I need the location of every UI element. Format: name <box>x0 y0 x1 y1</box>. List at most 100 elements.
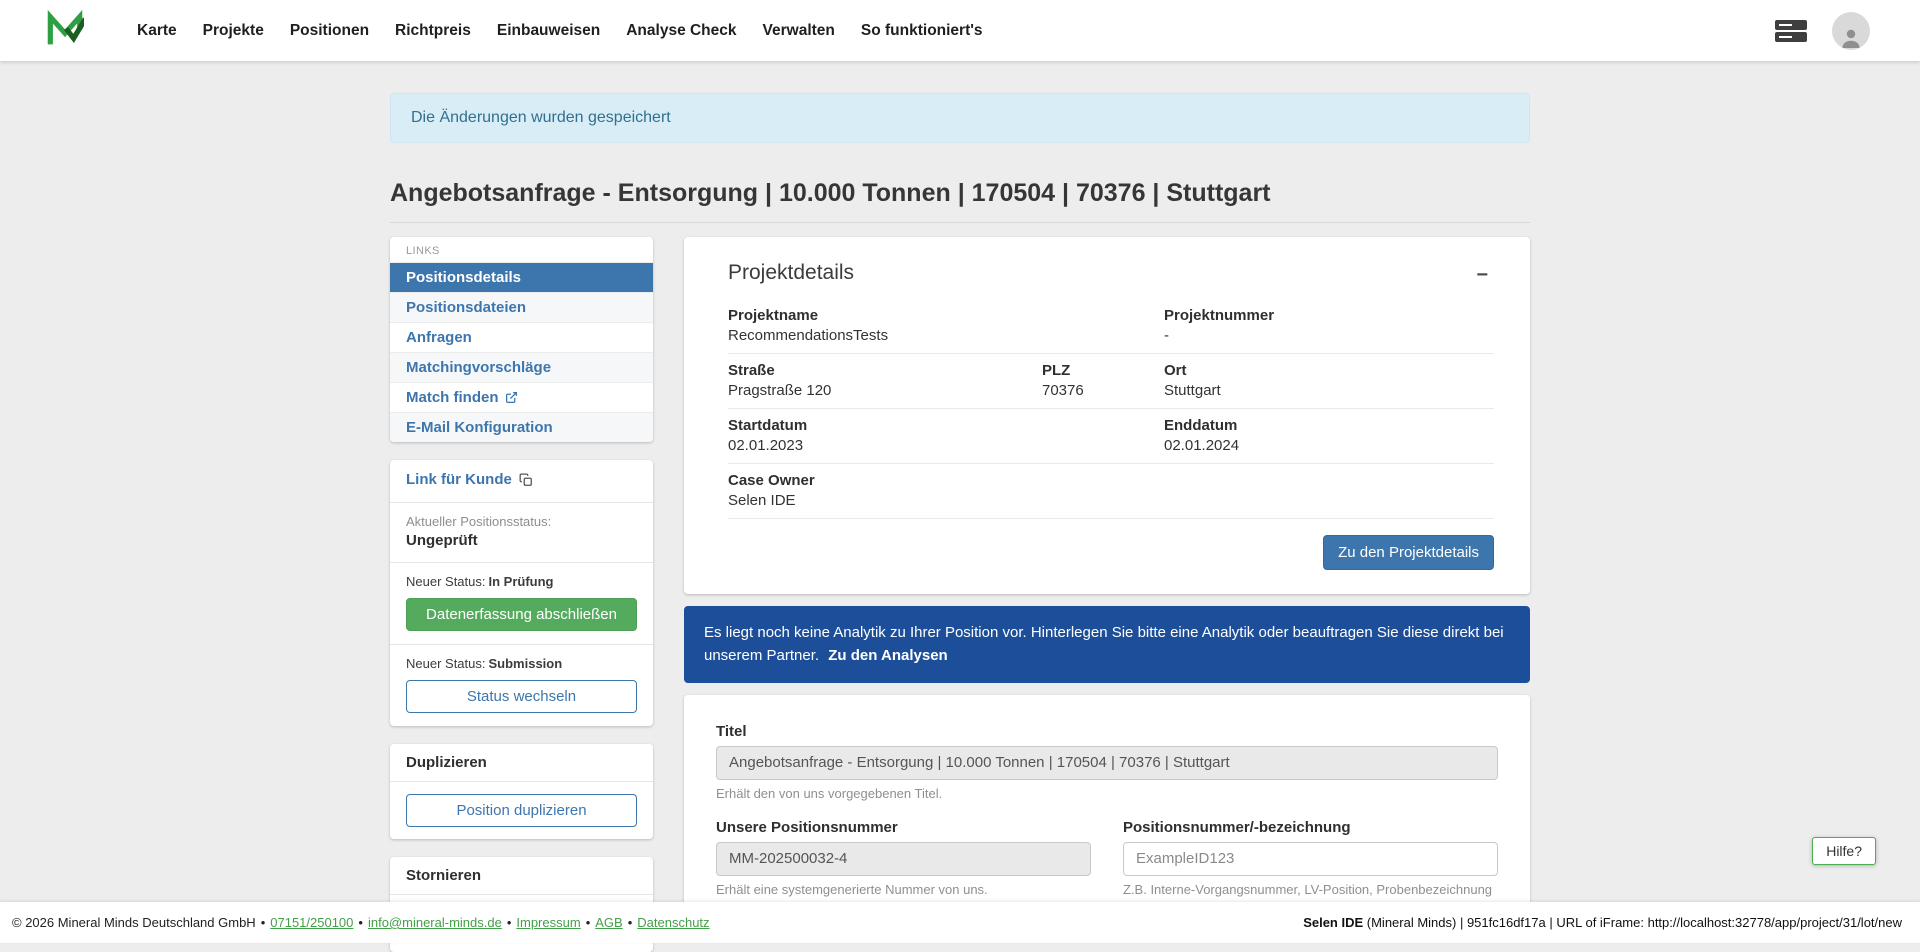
separator: • <box>507 915 512 930</box>
navbar-right-actions <box>1774 12 1870 50</box>
current-status-value: Ungeprüft <box>406 532 637 549</box>
field-value: RecommendationsTests <box>728 327 1164 344</box>
next-status-text-1: Neuer Status:In Prüfung <box>406 574 637 589</box>
project-detail-row: Startdatum 02.01.2023 Enddatum 02.01.202… <box>728 409 1494 464</box>
nav-item-positionen[interactable]: Positionen <box>277 14 382 48</box>
cancel-card-title: Stornieren <box>390 857 653 895</box>
finish-data-entry-button[interactable]: Datenerfassung abschließen <box>406 598 637 631</box>
sidebar-item-email-konfiguration[interactable]: E-Mail Konfiguration <box>390 412 653 442</box>
footer-email-link[interactable]: info@mineral-minds.de <box>368 915 502 930</box>
analytics-banner-text: Es liegt noch keine Analytik zu Ihrer Po… <box>704 624 1504 664</box>
duplicate-card-title: Duplizieren <box>390 744 653 782</box>
analytics-banner: Es liegt noch keine Analytik zu Ihrer Po… <box>684 606 1530 683</box>
switch-status-button[interactable]: Status wechseln <box>406 680 637 713</box>
mineral-minds-logo-icon <box>46 10 84 51</box>
nav-item-verwalten[interactable]: Verwalten <box>750 14 848 48</box>
sidebar-item-positionsdetails[interactable]: Positionsdetails <box>390 262 653 292</box>
separator: • <box>628 915 633 930</box>
custom-position-number-help: Z.B. Interne-Vorgangsnummer, LV-Position… <box>1123 882 1498 897</box>
sidebar-links-card: LINKS Positionsdetails Positionsdateien … <box>390 237 653 442</box>
main-content: Die Änderungen wurden gespeichert Angebo… <box>390 93 1530 952</box>
titel-input <box>716 746 1498 780</box>
field-label: Projektnummer <box>1164 307 1494 324</box>
collapse-icon[interactable]: − <box>1470 261 1494 289</box>
current-status-label: Aktueller Positionsstatus: <box>406 514 637 529</box>
sidebar-item-label: Match finden <box>406 389 499 406</box>
custom-position-number-label: Positionsnummer/-bezeichnung <box>1123 819 1498 836</box>
our-position-number-help: Erhält eine systemgenerierte Nummer von … <box>716 882 1091 897</box>
duplicate-card: Duplizieren Position duplizieren <box>390 744 653 839</box>
nav-item-karte[interactable]: Karte <box>124 14 190 48</box>
customer-link[interactable]: Link für Kunde <box>406 471 533 488</box>
titel-help: Erhält den von uns vorgegebenen Titel. <box>716 786 1498 801</box>
footer-agb-link[interactable]: AGB <box>595 915 622 930</box>
project-detail-row: Straße Pragstraße 120 PLZ 70376 Ort Stut… <box>728 354 1494 409</box>
position-form-card: Titel Erhält den von uns vorgegebenen Ti… <box>684 695 1530 937</box>
go-to-analyses-link[interactable]: Zu den Analysen <box>828 647 947 664</box>
sidebar: LINKS Positionsdetails Positionsdateien … <box>390 237 653 952</box>
nav-item-projekte[interactable]: Projekte <box>190 14 277 48</box>
title-divider <box>390 222 1530 223</box>
footer-datenschutz-link[interactable]: Datenschutz <box>637 915 709 930</box>
project-details-card: Projektdetails − Projektname Recommendat… <box>684 237 1530 594</box>
field-value: - <box>1164 327 1494 344</box>
field-value: Stuttgart <box>1164 382 1494 399</box>
session-details: (Mineral Minds) | 951fc16df17a | URL of … <box>1363 915 1902 930</box>
help-button[interactable]: Hilfe? <box>1812 837 1876 865</box>
external-link-icon <box>505 391 518 404</box>
next-status-text-2: Neuer Status:Submission <box>406 656 637 671</box>
field-value: 02.01.2023 <box>728 437 1164 454</box>
main-navigation: Karte Projekte Positionen Richtpreis Ein… <box>124 14 996 48</box>
sidebar-item-match-finden[interactable]: Match finden <box>390 382 653 412</box>
nav-item-richtpreis[interactable]: Richtpreis <box>382 14 484 48</box>
project-detail-row: Projektname RecommendationsTests Projekt… <box>728 299 1494 354</box>
sidebar-item-positionsdateien[interactable]: Positionsdateien <box>390 292 653 322</box>
customer-link-label: Link für Kunde <box>406 471 512 488</box>
titel-label: Titel <box>716 723 1498 740</box>
field-label: Straße <box>728 362 1042 379</box>
sidebar-links-header: LINKS <box>390 237 653 262</box>
field-label: Ort <box>1164 362 1494 379</box>
saved-alert: Die Änderungen wurden gespeichert <box>390 93 1530 143</box>
our-position-number-label: Unsere Positionsnummer <box>716 819 1091 836</box>
nav-item-analyse-check[interactable]: Analyse Check <box>613 14 749 48</box>
person-icon <box>1838 26 1864 50</box>
field-value: 02.01.2024 <box>1164 437 1494 454</box>
separator: • <box>261 915 266 930</box>
sidebar-item-anfragen[interactable]: Anfragen <box>390 322 653 352</box>
footer-phone-link[interactable]: 07151/250100 <box>270 915 353 930</box>
project-details-heading: Projektdetails <box>728 261 854 285</box>
project-detail-row: Case Owner Selen IDE <box>728 464 1494 519</box>
status-card: Link für Kunde Aktueller Positionsstatus… <box>390 460 653 726</box>
our-position-number-input <box>716 842 1091 876</box>
field-label: Startdatum <box>728 417 1164 434</box>
field-value: Pragstraße 120 <box>728 382 1042 399</box>
footer: © 2026 Mineral Minds Deutschland GmbH • … <box>0 902 1920 943</box>
content-column: Projektdetails − Projektname Recommendat… <box>684 237 1530 937</box>
field-label: Enddatum <box>1164 417 1494 434</box>
field-label: Case Owner <box>728 472 1494 489</box>
field-label: PLZ <box>1042 362 1164 379</box>
footer-impressum-link[interactable]: Impressum <box>516 915 580 930</box>
field-value: 70376 <box>1042 382 1164 399</box>
session-user: Selen IDE <box>1303 915 1363 930</box>
page-title: Angebotsanfrage - Entsorgung | 10.000 To… <box>390 179 1530 208</box>
footer-left: © 2026 Mineral Minds Deutschland GmbH • … <box>12 915 710 930</box>
separator: • <box>358 915 363 930</box>
custom-position-number-input[interactable] <box>1123 842 1498 876</box>
field-label: Projektname <box>728 307 1164 324</box>
separator: • <box>586 915 591 930</box>
user-avatar[interactable] <box>1832 12 1870 50</box>
footer-session-info: Selen IDE (Mineral Minds) | 951fc16df17a… <box>1303 915 1902 930</box>
go-to-project-details-button[interactable]: Zu den Projektdetails <box>1323 535 1494 570</box>
server-icon[interactable] <box>1774 18 1808 44</box>
duplicate-position-button[interactable]: Position duplizieren <box>406 794 637 827</box>
copy-icon <box>519 473 533 487</box>
nav-item-einbauweisen[interactable]: Einbauweisen <box>484 14 613 48</box>
copyright-text: © 2026 Mineral Minds Deutschland GmbH <box>12 915 256 930</box>
sidebar-item-matchingvorschlaege[interactable]: Matchingvorschläge <box>390 352 653 382</box>
field-value: Selen IDE <box>728 492 1494 509</box>
brand-logo[interactable] <box>46 10 84 51</box>
top-navbar: Karte Projekte Positionen Richtpreis Ein… <box>0 0 1920 61</box>
nav-item-so-funktionierts[interactable]: So funktioniert's <box>848 14 996 48</box>
